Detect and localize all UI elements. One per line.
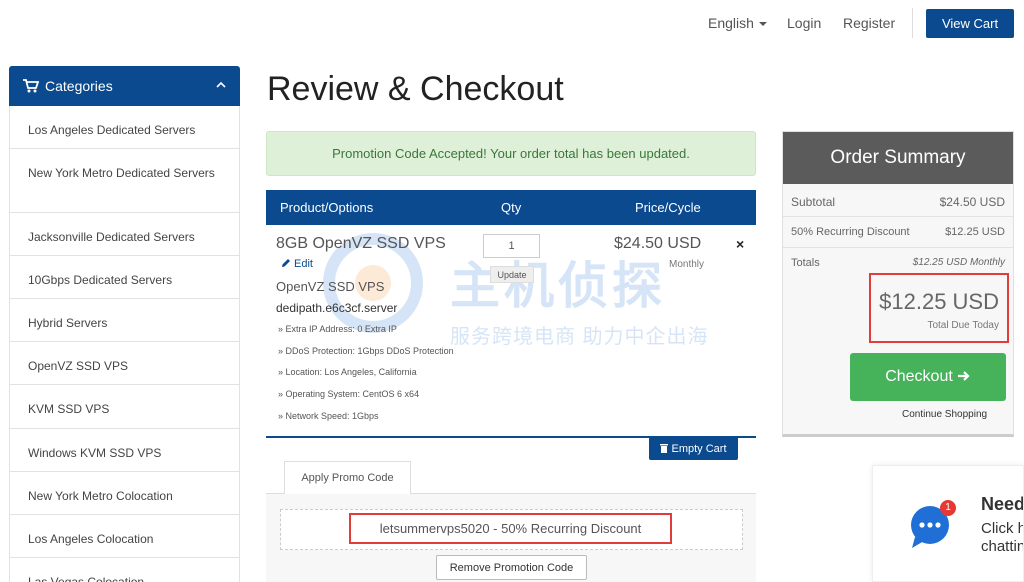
checkout-label: Checkout	[885, 368, 953, 385]
edit-label: Edit	[294, 258, 313, 270]
totals-value: $12.25 USD Monthly	[912, 257, 1005, 268]
sidebar-item-ny-colocation[interactable]: New York Metro Colocation	[9, 472, 240, 515]
order-summary-title: Order Summary	[783, 132, 1013, 184]
sidebar-item-ny-dedicated[interactable]: New York Metro Dedicated Servers	[9, 149, 240, 213]
chat-widget[interactable]: 1 Need help? Click here and start chatti…	[872, 465, 1024, 582]
watermark-subtext: 服务跨境电商 助力中企出海	[450, 326, 709, 348]
total-due-box: $12.25 USD Total Due Today	[869, 273, 1009, 343]
categories-header[interactable]: Categories	[9, 66, 240, 106]
register-link[interactable]: Register	[843, 15, 895, 31]
remove-promo-button[interactable]: Remove Promotion Code	[436, 555, 587, 580]
chevron-up-icon[interactable]	[216, 80, 226, 90]
sidebar-item-la-dedicated[interactable]: Los Angeles Dedicated Servers	[9, 106, 240, 149]
top-nav: English Login Register View Cart	[0, 0, 1024, 48]
option-extra-ip: » Extra IP Address: 0 Extra IP	[278, 324, 397, 334]
caret-down-icon	[758, 22, 767, 27]
header-qty: Qty	[501, 200, 522, 215]
page-title: Review & Checkout	[267, 70, 564, 108]
continue-shopping-link[interactable]: Continue Shopping	[902, 409, 987, 420]
product-group: OpenVZ SSD VPS	[276, 279, 385, 294]
product-name: 8GB OpenVZ SSD VPS	[276, 235, 446, 252]
tab-apply-promo[interactable]: Apply Promo Code	[284, 461, 411, 494]
summary-divider	[783, 216, 1013, 217]
header-product: Product/Options	[280, 200, 374, 215]
product-domain: dedipath.e6c3cf.server	[276, 301, 398, 315]
subtotal-label: Subtotal	[791, 195, 836, 209]
sidebar-item-10gbps-dedicated[interactable]: 10Gbps Dedicated Servers	[9, 256, 240, 299]
totals-label: Totals	[791, 257, 820, 269]
quantity-input[interactable]	[483, 234, 540, 258]
order-summary: Order Summary Subtotal $24.50 USD 50% Re…	[782, 131, 1014, 437]
sidebar-item-hybrid[interactable]: Hybrid Servers	[9, 299, 240, 342]
chat-notification-badge: 1	[940, 500, 956, 516]
discount-row: 50% Recurring Discount $12.25 USD	[791, 226, 1005, 238]
language-label: English	[708, 15, 754, 31]
remove-item-icon[interactable]: ×	[736, 236, 744, 252]
sidebar-item-jacksonville-dedicated[interactable]: Jacksonville Dedicated Servers	[9, 213, 240, 256]
categories-title: Categories	[45, 78, 113, 94]
cart-table-header: Product/Options Qty Price/Cycle	[266, 190, 756, 225]
totals-row: Totals $12.25 USD Monthly	[791, 257, 1005, 269]
option-location: » Location: Los Angeles, California	[278, 367, 417, 377]
arrow-right-icon	[957, 371, 970, 381]
empty-cart-button[interactable]: Empty Cart	[649, 438, 738, 460]
view-cart-button[interactable]: View Cart	[926, 9, 1014, 38]
subtotal-row: Subtotal $24.50 USD	[791, 195, 1005, 209]
option-ddos: » DDoS Protection: 1Gbps DDoS Protection	[278, 346, 454, 356]
chat-title: Need help?	[981, 494, 1024, 514]
item-cycle: Monthly	[669, 259, 705, 270]
header-price: Price/Cycle	[635, 200, 701, 215]
total-due-label: Total Due Today	[927, 320, 999, 331]
checkout-button[interactable]: Checkout	[850, 353, 1006, 401]
language-dropdown[interactable]: English	[708, 15, 767, 31]
pencil-icon	[282, 259, 290, 267]
discount-value: $12.25 USD	[945, 226, 1005, 238]
login-link[interactable]: Login	[787, 15, 821, 31]
categories-sidebar: Categories Los Angeles Dedicated Servers…	[9, 66, 240, 582]
promo-accepted-alert: Promotion Code Accepted! Your order tota…	[266, 131, 756, 176]
item-price: $24.50 USD	[614, 235, 702, 252]
total-due-amount: $12.25 USD	[879, 289, 999, 314]
sidebar-item-openvz[interactable]: OpenVZ SSD VPS	[9, 342, 240, 385]
summary-divider	[783, 247, 1013, 248]
sidebar-item-la-colocation[interactable]: Los Angeles Colocation	[9, 515, 240, 558]
sidebar-item-windows-kvm[interactable]: Windows KVM SSD VPS	[9, 429, 240, 472]
chat-subtitle-2: chatting with us!	[981, 538, 1023, 555]
trash-icon	[660, 444, 669, 453]
option-network: » Network Speed: 1Gbps	[278, 411, 379, 421]
nav-divider	[912, 8, 913, 38]
discount-label: 50% Recurring Discount	[791, 226, 910, 238]
empty-cart-label: Empty Cart	[671, 443, 727, 455]
subtotal-value: $24.50 USD	[939, 195, 1005, 209]
edit-link[interactable]: Edit	[281, 258, 313, 270]
option-os: » Operating System: CentOS 6 x64	[278, 389, 420, 399]
sidebar-item-lv-colocation[interactable]: Las Vegas Colocation	[9, 558, 240, 582]
sidebar-item-kvm[interactable]: KVM SSD VPS	[9, 385, 240, 429]
chat-subtitle: Click here and start	[981, 520, 1023, 537]
update-button[interactable]: Update	[490, 266, 534, 283]
shopping-cart-icon	[23, 79, 39, 93]
promo-code-value: letsummervps5020 - 50% Recurring Discoun…	[349, 513, 672, 544]
